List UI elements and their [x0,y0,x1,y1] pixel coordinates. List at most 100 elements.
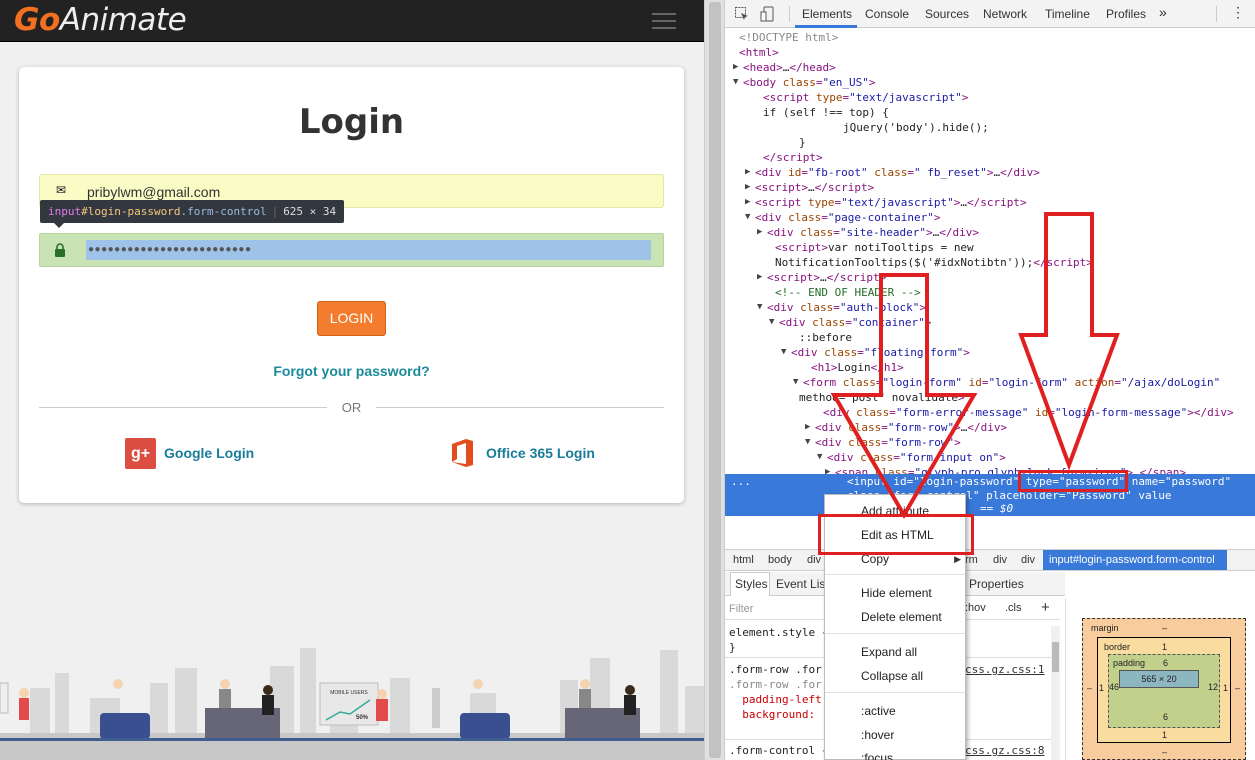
menu-force-hover[interactable]: :hover [861,728,894,742]
login-button[interactable]: LOGIN [317,301,386,336]
dom-node-line[interactable]: ▶ <div class="form-row">…</div> [805,420,1007,435]
dom-node-line[interactable]: ▶ <div class="site-header">…</div> [757,225,979,240]
tab-properties[interactable]: Properties [969,577,1024,591]
goanimate-logo[interactable]: GoAnimate [14,2,187,38]
breadcrumb-div[interactable]: div [1021,554,1035,566]
dom-node-line[interactable]: <html> [739,45,779,60]
tab-profiles[interactable]: Profiles [1106,7,1146,21]
tab-sources[interactable]: Sources [925,7,969,21]
style-source-link[interactable]: css.gz.css:8 [965,743,1044,758]
scrollbar-thumb[interactable] [709,2,721,758]
illustration-banner: MOBILE USERS 50% [0,638,704,760]
dom-node-line[interactable]: method="post" novalidate> [799,390,965,405]
expand-toggle-icon: ▶ [745,197,751,207]
add-style-rule-button[interactable]: + [1041,599,1050,616]
breadcrumb-html[interactable]: html [733,554,754,566]
expand-toggle-icon: ▼ [745,212,751,222]
expand-toggle-icon: ▶ [805,422,811,432]
expand-toggle-icon: ▶ [757,227,763,237]
dom-node-line[interactable]: <!-- END OF HEADER --> [775,285,921,300]
expand-toggle-icon: ▼ [805,437,811,447]
dom-node-line[interactable]: </script> [763,150,823,165]
lock-icon [55,243,65,257]
dom-node-line[interactable]: ▶ <div id="fb-root" class=" fb_reset">…</… [745,165,1040,180]
dom-node-line[interactable]: <!DOCTYPE html> [739,30,838,45]
box-model: margin – – – – border 1 1 1 1 padding 6 … [1065,598,1255,760]
password-content-highlight: ●●●●●●●●●●●●●●●●●●●●●●●●● [86,240,651,260]
highlight-type-password-box [1018,470,1128,492]
selected-dom-node[interactable]: ... <input id="login-password" type="pas… [725,474,1255,516]
breadcrumb-form[interactable]: rm [965,554,978,566]
dom-node-line[interactable]: ▶ <head>…</head> [733,60,836,75]
tab-console[interactable]: Console [865,7,909,21]
dom-node-line[interactable]: <div class="form-error-message" id="logi… [823,405,1234,420]
dom-node-line[interactable]: ▼ <div class="auth-block"> [757,300,926,315]
dom-node-line[interactable]: } [799,135,806,150]
breadcrumb-div[interactable]: div [807,554,821,566]
dom-node-line[interactable]: ▼ <body class="en_US"> [733,75,875,90]
tooltip-tag: input [48,205,82,218]
style-source-link[interactable]: css.gz.css:1 [965,662,1044,677]
dom-node-line[interactable]: NotificationTooltips($('#idxNotibtn'));<… [775,255,1093,270]
dom-node-line[interactable]: ▼ <div class="page-container"> [745,210,940,225]
dom-breadcrumb: html body div rm div div input#login-pas… [725,549,1255,571]
hov-toggle[interactable]: :hov [965,602,986,614]
menu-hide-element[interactable]: Hide element [861,586,932,600]
cls-toggle[interactable]: .cls [1005,602,1022,614]
highlight-edit-as-html-box [818,514,974,555]
google-plus-icon: g+ [125,438,156,469]
selected-node-dots[interactable]: ... [731,475,751,488]
menu-expand-all[interactable]: Expand all [861,645,917,659]
style-line: element.style { [729,626,829,639]
device-mode-icon[interactable] [760,6,776,22]
password-dots: ●●●●●●●●●●●●●●●●●●●●●●●●● [88,244,252,255]
more-tabs-icon[interactable]: » [1159,4,1167,20]
menu-collapse-all[interactable]: Collapse all [861,669,923,683]
menu-delete-element[interactable]: Delete element [861,610,942,624]
box-model-margin: margin – – – – border 1 1 1 1 padding 6 … [1082,618,1246,760]
dom-node-line[interactable]: ▼ <div class="form-input on"> [817,450,1006,465]
tab-styles[interactable]: Styles [735,577,768,591]
styles-scrollbar[interactable] [1051,626,1060,760]
dom-node-line[interactable]: ▶ <script type="text/javascript">…</scrip… [745,195,1027,210]
expand-toggle-icon: ▶ [757,272,763,282]
or-divider: OR [39,400,664,416]
breadcrumb-active[interactable]: input#login-password.form-control [1043,550,1227,570]
dom-tree[interactable]: <!DOCTYPE html> <html> ▶ <head>…</head> ▼ <bo… [725,29,1255,549]
dom-node-line[interactable]: <script type="text/javascript"> [763,90,968,105]
devtools-tabbar: Elements Console Sources Network Timelin… [725,0,1255,28]
dom-node-line[interactable]: ▶ <script>…</script> [757,270,886,285]
expand-toggle-icon: ▶ [745,182,751,192]
dom-node-line[interactable]: ▼ <div class="form-row"> [805,435,961,450]
forgot-password-link[interactable]: Forgot your password? [19,363,684,379]
dom-node-line[interactable]: ▼ <div class="floating-form"> [781,345,970,360]
dom-node-line[interactable]: ▼ <form class="login-form" id="login-form… [793,375,1220,390]
devtools-menu-icon[interactable]: ⋮ [1231,4,1245,21]
dom-node-line[interactable]: jQuery('body').hide(); [843,120,989,135]
breadcrumb-div[interactable]: div [993,554,1007,566]
dom-node-line[interactable]: ::before [799,330,852,345]
site-header: GoAnimate [0,0,704,42]
tab-network[interactable]: Network [983,7,1027,21]
panel-splitter[interactable] [704,0,725,760]
dom-node-line[interactable]: <h1>Login</h1> [811,360,904,375]
menu-force-active[interactable]: :active [861,704,896,718]
selected-node-line3: == $0 [980,502,1014,515]
dom-node-line[interactable]: if (self !== top) { [763,105,889,120]
tab-timeline[interactable]: Timeline [1045,7,1090,21]
chart-board-label: MOBILE USERS [330,690,368,696]
dom-node-line[interactable]: ▼ <div class="container"> [769,315,931,330]
hamburger-menu-icon[interactable] [652,13,676,29]
inspect-element-icon[interactable] [734,6,750,22]
tab-elements[interactable]: Elements [802,7,852,21]
password-field[interactable]: ●●●●●●●●●●●●●●●●●●●●●●●●● [39,233,664,267]
screenshot: GoAnimate Login ✉ pribylwm@gmail.com ●●●… [0,0,1255,760]
dom-node-line[interactable]: ▶ <script>…</script> [745,180,874,195]
style-line: .form-control { [729,744,829,757]
dom-node-line[interactable]: <script>var notiTooltips = new [775,240,974,255]
breadcrumb-body[interactable]: body [768,554,792,566]
devtools-panel: Elements Console Sources Network Timelin… [725,0,1255,760]
expand-toggle-icon: ▶ [745,167,751,177]
menu-force-focus[interactable]: :focus [861,751,893,760]
logo-go: Go [14,2,60,38]
